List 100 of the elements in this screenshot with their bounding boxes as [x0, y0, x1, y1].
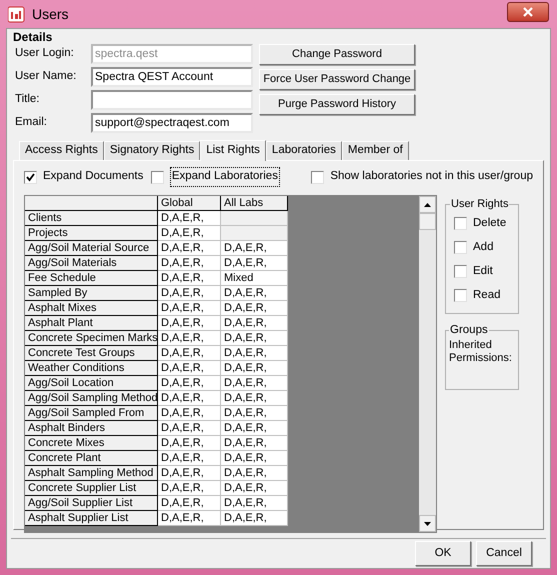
- table-cell: D,A,E,R,: [221, 391, 288, 406]
- scroll-down-button[interactable]: [419, 515, 436, 532]
- table-cell: D,A,E,R,: [158, 481, 221, 496]
- row-header[interactable]: Agg/Soil Supplier List: [25, 496, 158, 511]
- tab[interactable]: Member of: [342, 141, 409, 160]
- table-cell: D,A,E,R,: [221, 241, 288, 256]
- group-title: Groups: [449, 322, 489, 338]
- table-cell: D,A,E,R,: [158, 241, 221, 256]
- table-cell: D,A,E,R,: [158, 391, 221, 406]
- row-header[interactable]: Concrete Supplier List: [25, 481, 158, 496]
- checkbox-option[interactable]: Edit: [454, 263, 510, 280]
- checkbox[interactable]: [454, 216, 467, 230]
- table-cell: D,A,E,R,: [221, 376, 288, 391]
- table-cell: D,A,E,R,: [221, 331, 288, 346]
- checkbox[interactable]: [454, 265, 467, 278]
- checkbox-option[interactable]: Show laboratories not in this user/group: [311, 168, 533, 186]
- checkbox-label: Delete: [473, 216, 506, 230]
- checkbox-label: Expand Documents: [43, 169, 144, 184]
- table-cell: D,A,E,R,: [158, 256, 221, 271]
- row-header[interactable]: Asphalt Plant: [25, 316, 158, 331]
- checkbox[interactable]: [454, 240, 467, 254]
- table-cell: D,A,E,R,: [221, 301, 288, 316]
- row-header[interactable]: Asphalt Mixes: [25, 301, 158, 316]
- table-cell: Mixed: [221, 271, 288, 286]
- row-header[interactable]: Fee Schedule: [25, 271, 158, 286]
- scrollbar[interactable]: [419, 196, 436, 532]
- tab[interactable]: Access Rights: [19, 141, 104, 160]
- scroll-thumb[interactable]: [419, 213, 436, 230]
- table-cell: D,A,E,R,: [158, 286, 221, 301]
- table-cell: D,A,E,R,: [158, 346, 221, 361]
- checkbox-option[interactable]: Expand Documents: [24, 168, 151, 186]
- dialog-button[interactable]: Cancel: [476, 541, 532, 566]
- table-cell: D,A,E,R,: [158, 361, 221, 376]
- table-cell: D,A,E,R,: [221, 496, 288, 511]
- table-cell: D,A,E,R,: [158, 331, 221, 346]
- table-cell: D,A,E,R,: [221, 256, 288, 271]
- row-header[interactable]: Concrete Mixes: [25, 436, 158, 451]
- tab[interactable]: Signatory Rights: [104, 141, 200, 160]
- checkbox-label: Read: [473, 288, 500, 304]
- close-button[interactable]: [507, 2, 549, 22]
- dialog-button[interactable]: OK: [415, 541, 471, 566]
- down-arrow-icon: [424, 522, 431, 526]
- row-header[interactable]: Concrete Specimen Marks: [25, 331, 158, 346]
- tab[interactable]: Laboratories: [266, 141, 342, 160]
- row-header[interactable]: Asphalt Sampling Method: [25, 466, 158, 481]
- checkbox-label: Show laboratories not in this user/group: [330, 169, 533, 184]
- action-button[interactable]: Force User Password Change: [259, 69, 415, 90]
- row-header[interactable]: Agg/Soil Sampling Method: [25, 391, 158, 406]
- table-cell: D,A,E,R,: [221, 481, 288, 496]
- row-header[interactable]: Agg/Soil Location: [25, 376, 158, 391]
- checkbox-label: Expand Laboratories: [170, 167, 280, 187]
- row-header[interactable]: Projects: [25, 226, 158, 241]
- table-cell: D,A,E,R,: [221, 511, 288, 526]
- action-button[interactable]: Purge Password History: [259, 94, 415, 115]
- checkbox[interactable]: [150, 170, 164, 184]
- row-header[interactable]: Clients: [25, 211, 158, 226]
- table-cell: D,A,E,R,: [158, 421, 221, 436]
- table-cell: D,A,E,R,: [221, 466, 288, 481]
- column-header: All Labs: [221, 196, 288, 210]
- scroll-up-button[interactable]: [419, 196, 436, 213]
- row-header[interactable]: Sampled By: [25, 286, 158, 301]
- checkbox-label: Add: [473, 240, 494, 255]
- checkbox-option[interactable]: Expand Laboratories: [150, 167, 312, 187]
- input-field[interactable]: [91, 90, 253, 110]
- table-cell: D,A,E,R,: [158, 406, 221, 421]
- table-cell: D,A,E,R,: [158, 301, 221, 316]
- table-cell: D,A,E,R,: [158, 466, 221, 481]
- table-cell: D,A,E,R,: [158, 496, 221, 511]
- up-arrow-icon: [424, 202, 431, 206]
- row-header[interactable]: Agg/Soil Materials: [25, 256, 158, 271]
- column-header: Global: [158, 196, 221, 210]
- checkbox-option[interactable]: Read: [454, 287, 510, 304]
- checkmark-icon: [26, 172, 35, 182]
- table-cell: D,A,E,R,: [158, 451, 221, 466]
- row-header[interactable]: Asphalt Supplier List: [25, 511, 158, 526]
- table-cell: [221, 226, 288, 241]
- field-label: User Login:: [15, 46, 75, 62]
- table-cell: D,A,E,R,: [221, 316, 288, 331]
- row-header[interactable]: Concrete Plant: [25, 451, 158, 466]
- checkbox-option[interactable]: Delete: [454, 214, 510, 232]
- table-cell: D,A,E,R,: [221, 361, 288, 376]
- row-header[interactable]: Concrete Test Groups: [25, 346, 158, 361]
- table-cell: D,A,E,R,: [158, 316, 221, 331]
- close-icon: [523, 7, 533, 17]
- checkbox-option[interactable]: Add: [454, 238, 510, 256]
- action-button[interactable]: Change Password: [259, 44, 415, 65]
- row-header[interactable]: Asphalt Binders: [25, 421, 158, 436]
- checkbox[interactable]: [24, 170, 37, 184]
- tab[interactable]: List Rights: [200, 140, 266, 161]
- app-logo-icon: [8, 5, 26, 23]
- table-cell: D,A,E,R,: [221, 436, 288, 451]
- input-field[interactable]: support@spectraqest.com: [91, 113, 253, 133]
- row-header[interactable]: Agg/Soil Material Source: [25, 241, 158, 256]
- input-field[interactable]: Spectra QEST Account: [91, 67, 253, 87]
- checkbox[interactable]: [311, 170, 324, 184]
- row-header[interactable]: Weather Conditions: [25, 361, 158, 376]
- table-cell: D,A,E,R,: [158, 211, 221, 226]
- checkbox[interactable]: [454, 289, 467, 302]
- table-cell: D,A,E,R,: [221, 346, 288, 361]
- row-header[interactable]: Agg/Soil Sampled From: [25, 406, 158, 421]
